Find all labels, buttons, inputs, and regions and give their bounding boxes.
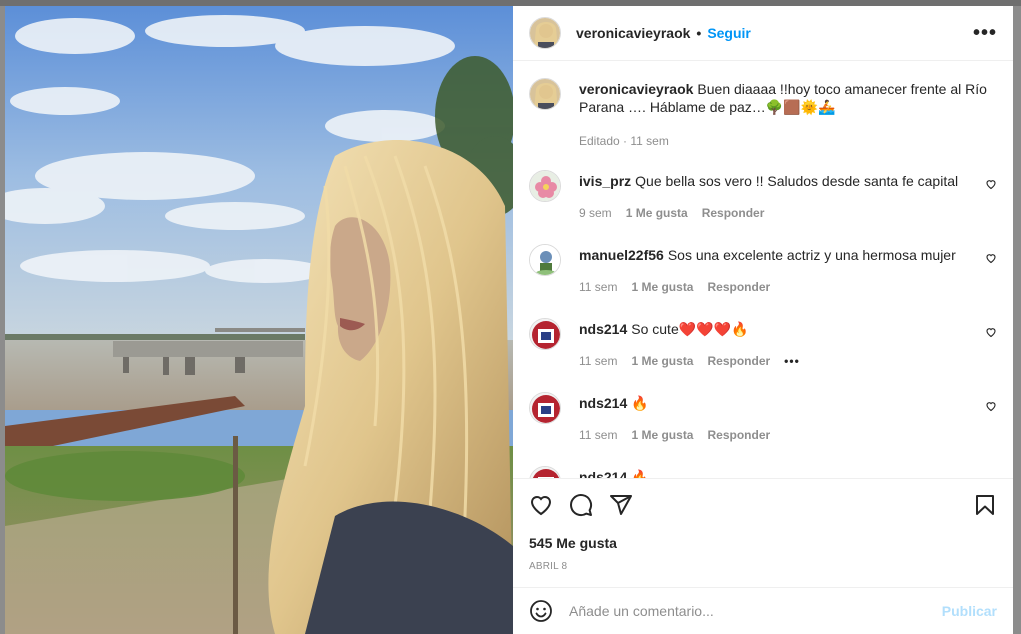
comment-time[interactable]: 11 sem — [579, 354, 617, 368]
more-options-icon[interactable]: ••• — [973, 22, 997, 45]
caption-row: veronicavieyraok Buen diaaaa !!hoy toco a… — [529, 78, 997, 150]
comment-likes[interactable]: 1 Me gusta — [631, 280, 693, 294]
comment-text-block: nds214 🔥 — [579, 394, 973, 412]
comment-input[interactable] — [569, 603, 942, 619]
author-avatar[interactable] — [529, 17, 561, 49]
comment-username[interactable]: ivis_prz — [579, 173, 631, 189]
add-comment-bar: Publicar — [513, 587, 1013, 634]
comment-meta: 11 sem 1 Me gusta Responder — [579, 428, 770, 442]
comment-text-block: nds214 So cute❤️❤️❤️🔥 — [579, 320, 973, 338]
comment-row: nds214 🔥 11 sem 1 Me gusta Responder — [529, 392, 997, 452]
caption-username[interactable]: veronicavieyraok — [579, 81, 693, 97]
commenter-avatar[interactable] — [529, 244, 561, 276]
comment-row: nds214 So cute❤️❤️❤️🔥 11 sem 1 Me gusta R… — [529, 318, 997, 378]
comment-text: Que bella sos vero !! Saludos desde sant… — [635, 173, 959, 189]
comment-more-options-icon[interactable]: ••• — [784, 354, 800, 368]
comment-row: ivis_prz Que bella sos vero !! Saludos de… — [529, 170, 997, 230]
action-icons — [529, 493, 997, 519]
comment-row: nds214 🔥 — [529, 466, 997, 478]
comment-text-block: nds214 🔥 — [579, 468, 973, 478]
comment-text-block: ivis_prz Que bella sos vero !! Saludos de… — [579, 172, 973, 190]
likes-count[interactable]: 545 Me gusta — [529, 535, 617, 551]
comment-text: 🔥 — [631, 395, 649, 411]
reply-button[interactable]: Responder — [707, 280, 770, 294]
comment-time[interactable]: 11 sem — [579, 428, 617, 442]
comment-username[interactable]: nds214 — [579, 469, 627, 478]
author-username[interactable]: veronicavieyraok — [576, 25, 690, 41]
commenter-avatar[interactable] — [529, 318, 561, 350]
comment-meta: 11 sem 1 Me gusta Responder ••• — [579, 354, 800, 368]
comment-text: So cute❤️❤️❤️🔥 — [631, 321, 749, 337]
heart-icon[interactable] — [529, 493, 553, 517]
post-header: veronicavieyraok • Seguir ••• — [513, 6, 1013, 61]
comment-like-heart-icon[interactable] — [985, 178, 997, 190]
reply-button[interactable]: Responder — [707, 354, 770, 368]
comment-meta: 11 sem 1 Me gusta Responder — [579, 280, 770, 294]
commenter-avatar[interactable] — [529, 170, 561, 202]
commenter-avatar[interactable] — [529, 392, 561, 424]
comment-likes[interactable]: 1 Me gusta — [626, 206, 688, 220]
reply-button[interactable]: Responder — [702, 206, 765, 220]
post-date[interactable]: ABRIL 8 — [529, 561, 567, 572]
comment-like-heart-icon[interactable] — [985, 252, 997, 264]
post-actions: 545 Me gusta ABRIL 8 — [513, 478, 1013, 587]
author-avatar[interactable] — [529, 78, 561, 110]
comment-time[interactable]: 11 sem — [579, 280, 617, 294]
caption-text-block: veronicavieyraok Buen diaaaa !!hoy toco a… — [579, 80, 997, 116]
photo-river-selfie — [5, 6, 513, 634]
comment-text: 🔥 — [631, 469, 649, 478]
smiley-icon[interactable] — [529, 599, 553, 623]
bookmark-icon[interactable] — [973, 493, 997, 517]
follow-button[interactable]: Seguir — [707, 25, 751, 41]
caption-edited-time: Editado · 11 sem — [579, 134, 669, 148]
separator-dot: • — [696, 25, 702, 41]
post-photo[interactable] — [5, 6, 513, 634]
reply-button[interactable]: Responder — [707, 428, 770, 442]
comments-list[interactable]: veronicavieyraok Buen diaaaa !!hoy toco a… — [513, 62, 1013, 478]
comment-username[interactable]: manuel22f56 — [579, 247, 664, 263]
comment-icon[interactable] — [569, 493, 593, 517]
comment-meta: 9 sem 1 Me gusta Responder — [579, 206, 764, 220]
comment-time[interactable]: 9 sem — [579, 206, 612, 220]
comment-likes[interactable]: 1 Me gusta — [631, 354, 693, 368]
commenter-avatar[interactable] — [529, 466, 561, 478]
comment-username[interactable]: nds214 — [579, 321, 627, 337]
comment-like-heart-icon[interactable] — [985, 326, 997, 338]
post-panel: veronicavieyraok • Seguir ••• veronicavi… — [513, 6, 1013, 634]
comment-likes[interactable]: 1 Me gusta — [631, 428, 693, 442]
share-icon[interactable] — [609, 493, 633, 517]
caption-meta: Editado · 11 sem — [579, 134, 669, 148]
comment-username[interactable]: nds214 — [579, 395, 627, 411]
publish-button[interactable]: Publicar — [942, 603, 997, 619]
comment-like-heart-icon[interactable] — [985, 400, 997, 412]
comment-text: Sos una excelente actriz y una hermosa m… — [667, 247, 956, 263]
comment-text-block: manuel22f56 Sos una excelente actriz y un… — [579, 246, 973, 264]
comment-row: manuel22f56 Sos una excelente actriz y un… — [529, 244, 997, 304]
